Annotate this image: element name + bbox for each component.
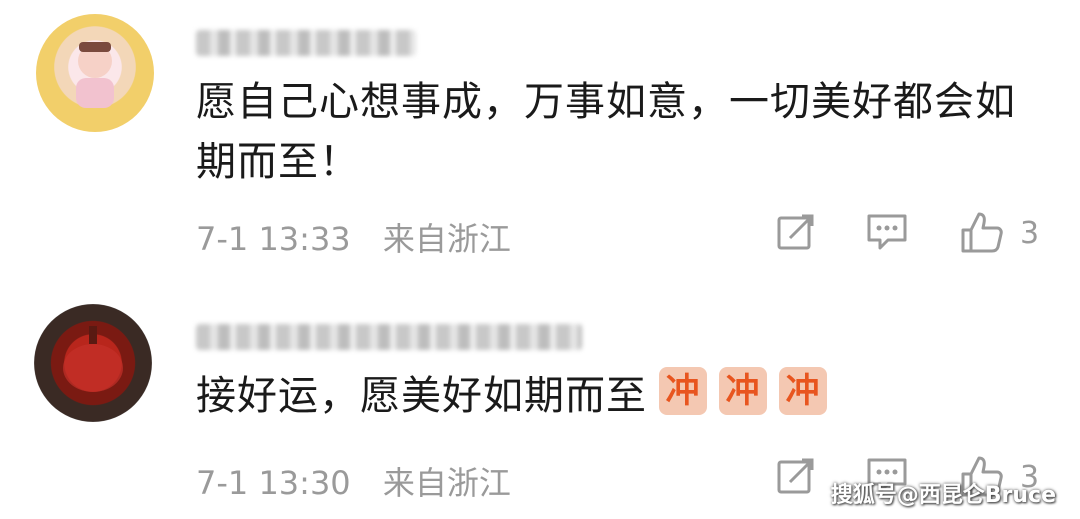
like-button[interactable] bbox=[960, 210, 1004, 258]
comment-meta: 7-1 13:33 来自浙江 bbox=[196, 214, 533, 260]
comment-date: 7-1 13:30 bbox=[196, 464, 351, 502]
comment-text-line: 接好运，愿美好如期而至 bbox=[196, 373, 647, 419]
reply-button[interactable] bbox=[866, 212, 908, 256]
share-button[interactable] bbox=[776, 212, 816, 256]
avatar-figure-icon bbox=[76, 42, 114, 108]
like-icon bbox=[961, 212, 1003, 253]
avatar[interactable] bbox=[36, 14, 154, 132]
share-icon bbox=[777, 458, 814, 494]
chong-emoji: 冲 bbox=[659, 367, 707, 415]
watermark: 搜狐号@西昆仑Bruce bbox=[830, 483, 1056, 508]
comment-text-line: 期而至！ bbox=[196, 139, 360, 185]
share-icon bbox=[777, 214, 814, 250]
comment-meta: 7-1 13:30 来自浙江 bbox=[196, 458, 533, 504]
share-button[interactable] bbox=[776, 456, 816, 500]
username-blurred[interactable] bbox=[196, 30, 416, 56]
avatar-figure-icon bbox=[63, 326, 123, 392]
comment-date: 7-1 13:33 bbox=[196, 220, 351, 258]
comment-item: 愿自己心想事成，万事如意，一切美好都会如 期而至！ 7-1 13:33 来自浙江… bbox=[0, 0, 1080, 270]
username-blurred[interactable] bbox=[196, 324, 582, 350]
comment-location: 来自浙江 bbox=[382, 220, 511, 258]
chong-emoji: 冲 bbox=[779, 367, 827, 415]
chong-emoji: 冲 bbox=[719, 367, 767, 415]
comment-text-line: 愿自己心想事成，万事如意，一切美好都会如 bbox=[196, 79, 1016, 125]
comment-text: 愿自己心想事成，万事如意，一切美好都会如 期而至！ bbox=[196, 72, 1016, 192]
comment-location: 来自浙江 bbox=[382, 464, 511, 502]
comment-text: 接好运，愿美好如期而至冲冲冲 bbox=[196, 366, 827, 426]
reply-icon bbox=[867, 214, 907, 250]
like-count: 3 bbox=[1020, 216, 1040, 251]
avatar[interactable] bbox=[34, 304, 152, 422]
